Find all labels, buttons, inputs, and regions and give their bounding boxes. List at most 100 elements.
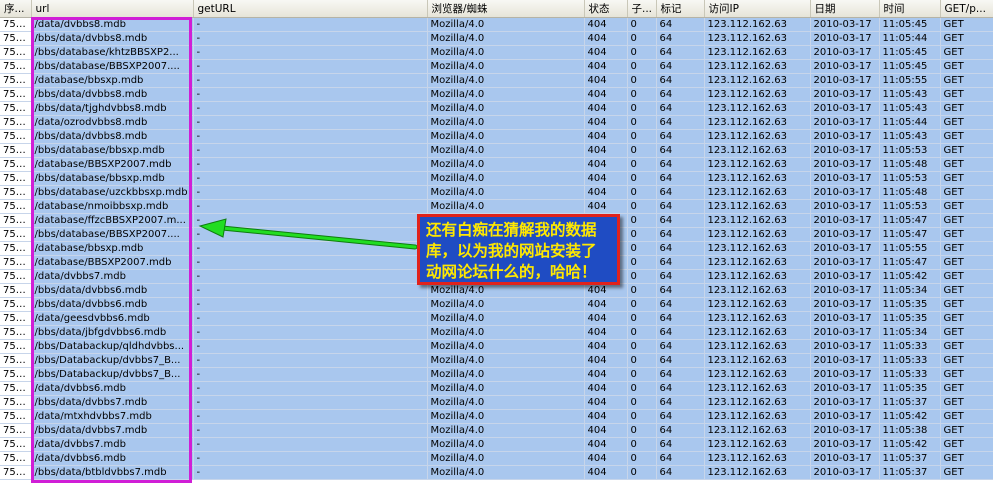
col-header-method[interactable]: GET/p... [940, 0, 993, 18]
col-header-url[interactable]: url [31, 0, 194, 18]
cell-mark: 64 [656, 157, 705, 172]
cell-method: GET [940, 437, 993, 452]
cell-mark: 64 [656, 395, 705, 410]
cell-time: 11:05:47 [879, 213, 941, 228]
cell-method: GET [940, 45, 993, 60]
cell-method: GET [940, 395, 993, 410]
cell-method: GET [940, 59, 993, 74]
cell-url: /bbs/Databackup/dvbbs7_B... [31, 353, 194, 368]
table-row[interactable]: 7559/bbs/database/BBSXP2007.... - Mozilla/… [0, 59, 993, 74]
col-header-ip[interactable]: 访问IP [704, 0, 811, 18]
cell-browser: Mozilla/4.0 [427, 409, 585, 424]
cell-seq: 7588 [0, 465, 32, 480]
cell-sub: 0 [627, 213, 657, 228]
table-row[interactable]: 7582/data/dvbbs6.mdb - Mozilla/4.0 404 0 64 12… [0, 381, 993, 396]
table-row[interactable]: 7577/data/geesdvbbs6.mdb - Mozilla/4.0 404 0… [0, 311, 993, 326]
cell-method: GET [940, 465, 993, 480]
table-row[interactable]: 7586/data/dvbbs7.mdb - Mozilla/4.0 404 0 64 12… [0, 437, 993, 452]
table-row[interactable]: 7565/bbs/database/bbsxp.mdb - Mozilla/4.0 4… [0, 143, 993, 158]
cell-status: 404 [584, 437, 628, 452]
cell-mark: 64 [656, 227, 705, 242]
cell-geturl: - [193, 17, 428, 32]
cell-method: GET [940, 143, 993, 158]
table-row[interactable]: 7585/bbs/data/dvbbs7.mdb - Mozilla/4.0 404 0… [0, 423, 993, 438]
table-row[interactable]: 7567/bbs/database/bbsxp.mdb - Mozilla/4.0 4… [0, 171, 993, 186]
table-row[interactable]: 7556/data/dvbbs8.mdb - Mozilla/4.0 404 0 64 12… [0, 17, 993, 32]
cell-seq: 7562 [0, 101, 32, 116]
table-row[interactable]: 7562/bbs/data/tjghdvbbs8.mdb - Mozilla/4.0… [0, 101, 993, 116]
cell-ip: 123.112.162.63 [704, 227, 811, 242]
table-row[interactable]: 7580/bbs/Databackup/dvbbs7_B... - Mozilla/… [0, 353, 993, 368]
cell-method: GET [940, 213, 993, 228]
table-row[interactable]: 7563/data/ozrodvbbs8.mdb - Mozilla/4.0 404 0… [0, 115, 993, 130]
cell-geturl: - [193, 129, 428, 144]
cell-method: GET [940, 73, 993, 88]
cell-method: GET [940, 283, 993, 298]
cell-method: GET [940, 353, 993, 368]
cell-time: 11:05:35 [879, 381, 941, 396]
cell-url: /data/dvbbs6.mdb [31, 381, 194, 396]
table-row[interactable]: 7575/bbs/data/dvbbs6.mdb - Mozilla/4.0 404 0… [0, 283, 993, 298]
table-row[interactable]: 7566/database/BBSXP2007.mdb - Mozilla/4.0 4… [0, 157, 993, 172]
table-row[interactable]: 7588/bbs/data/btbldvbbs7.mdb - Mozilla/4.0… [0, 465, 993, 480]
cell-status: 404 [584, 157, 628, 172]
cell-browser: Mozilla/4.0 [427, 339, 585, 354]
cell-date: 2010-03-17 [810, 283, 880, 298]
table-row[interactable]: 7579/bbs/Databackup/qldhdvbbs... - Mozilla… [0, 339, 993, 354]
cell-seq: 7580 [0, 353, 32, 368]
cell-geturl: - [193, 199, 428, 214]
cell-ip: 123.112.162.63 [704, 395, 811, 410]
col-header-mark[interactable]: 标记 [656, 0, 705, 18]
header-row: 序... url getURL 浏览器/蜘蛛 状态 子... 标记 访问IP 日… [0, 0, 993, 18]
col-header-sub[interactable]: 子... [627, 0, 657, 18]
cell-ip: 123.112.162.63 [704, 199, 811, 214]
cell-sub: 0 [627, 297, 657, 312]
table-row[interactable]: 7558/bbs/database/khtzBBSXP2... - Mozilla/… [0, 45, 993, 60]
cell-geturl: - [193, 297, 428, 312]
table-row[interactable]: 7583/bbs/data/dvbbs7.mdb - Mozilla/4.0 404 0… [0, 395, 993, 410]
cell-browser: Mozilla/4.0 [427, 171, 585, 186]
table-row[interactable]: 7560/database/bbsxp.mdb - Mozilla/4.0 404 0 6… [0, 73, 993, 88]
cell-url: /database/BBSXP2007.mdb [31, 255, 194, 270]
table-row[interactable]: 7587/data/dvbbs6.mdb - Mozilla/4.0 404 0 64 12… [0, 451, 993, 466]
cell-url: /data/mtxhdvbbs7.mdb [31, 409, 194, 424]
cell-date: 2010-03-17 [810, 409, 880, 424]
cell-browser: Mozilla/4.0 [427, 465, 585, 480]
table-row[interactable]: 7557/bbs/data/dvbbs8.mdb - Mozilla/4.0 404 0… [0, 31, 993, 46]
col-header-geturl[interactable]: getURL [193, 0, 428, 18]
table-row[interactable]: 7581/bbs/Databackup/dvbbs7_B... - Mozilla/… [0, 367, 993, 382]
table-row[interactable]: 7584/data/mtxhdvbbs7.mdb - Mozilla/4.0 404 0… [0, 409, 993, 424]
cell-ip: 123.112.162.63 [704, 269, 811, 284]
cell-method: GET [940, 269, 993, 284]
cell-url: /bbs/data/dvbbs8.mdb [31, 129, 194, 144]
table-row[interactable]: 7561/bbs/data/dvbbs8.mdb - Mozilla/4.0 404 0… [0, 87, 993, 102]
cell-date: 2010-03-17 [810, 381, 880, 396]
table-row[interactable]: 7576/bbs/data/dvbbs6.mdb - Mozilla/4.0 404 0… [0, 297, 993, 312]
cell-ip: 123.112.162.63 [704, 241, 811, 256]
cell-date: 2010-03-17 [810, 171, 880, 186]
cell-url: /bbs/data/dvbbs6.mdb [31, 297, 194, 312]
col-header-status[interactable]: 状态 [584, 0, 628, 18]
col-header-seq[interactable]: 序... [0, 0, 32, 18]
cell-status: 404 [584, 17, 628, 32]
cell-browser: Mozilla/4.0 [427, 423, 585, 438]
cell-geturl: - [193, 45, 428, 60]
cell-sub: 0 [627, 143, 657, 158]
cell-status: 404 [584, 45, 628, 60]
cell-mark: 64 [656, 381, 705, 396]
cell-status: 404 [584, 367, 628, 382]
col-header-browser[interactable]: 浏览器/蜘蛛 [427, 0, 585, 18]
cell-mark: 64 [656, 423, 705, 438]
table-row[interactable]: 7569/database/nmoibbsxp.mdb - Mozilla/4.0 4… [0, 199, 993, 214]
cell-mark: 64 [656, 87, 705, 102]
col-header-date[interactable]: 日期 [810, 0, 880, 18]
cell-mark: 64 [656, 73, 705, 88]
cell-geturl: - [193, 451, 428, 466]
col-header-time[interactable]: 时间 [879, 0, 941, 18]
table-row[interactable]: 7568/bbs/database/uzckbbsxp.mdb - Mozilla/… [0, 185, 993, 200]
cell-date: 2010-03-17 [810, 255, 880, 270]
cell-sub: 0 [627, 451, 657, 466]
table-row[interactable]: 7578/bbs/data/jbfgdvbbs6.mdb - Mozilla/4.0… [0, 325, 993, 340]
table-row[interactable]: 7564/bbs/data/dvbbs8.mdb - Mozilla/4.0 404 0… [0, 129, 993, 144]
cell-browser: Mozilla/4.0 [427, 45, 585, 60]
